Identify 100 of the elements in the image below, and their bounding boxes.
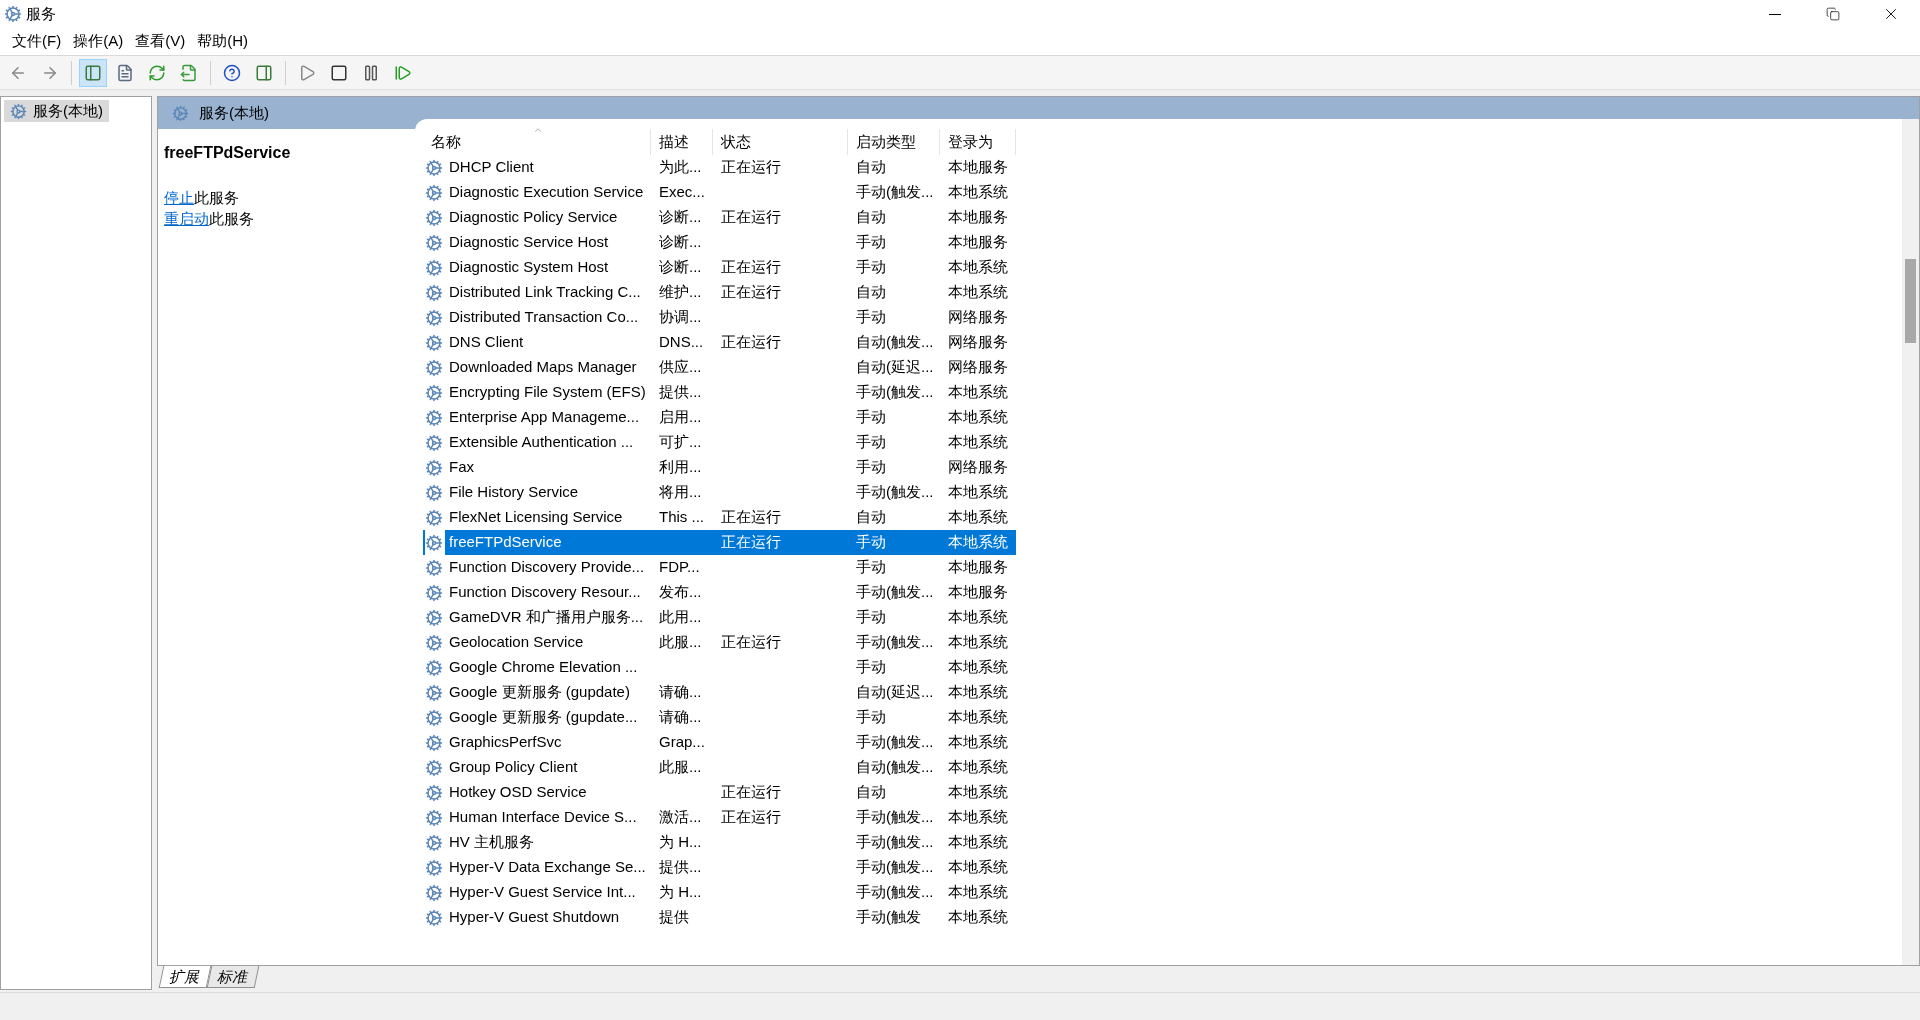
- service-name: Encrypting File System (EFS): [449, 382, 646, 403]
- panel-title: 服务(本地): [199, 102, 269, 123]
- logon-account: 本地系统: [948, 407, 1008, 428]
- service-title: freeFTPdService: [164, 143, 292, 163]
- startup-type: 自动: [856, 282, 886, 303]
- service-row[interactable]: File History Service 将用... 手动(触发... 本地系统: [423, 480, 1016, 505]
- service-name: HV 主机服务: [449, 832, 534, 853]
- resume-icon: [394, 63, 412, 82]
- service-row[interactable]: DHCP Client 为此... 正在运行 自动 本地服务: [423, 155, 1016, 180]
- logon-account: 本地系统: [948, 507, 1008, 528]
- logon-account: 本地系统: [948, 682, 1008, 703]
- startup-type: 手动(触发...: [856, 482, 934, 503]
- logon-account: 网络服务: [948, 332, 1008, 353]
- service-row[interactable]: Google 更新服务 (gupdate) 请确... 自动(延迟... 本地系统: [423, 680, 1016, 705]
- service-row[interactable]: Hyper-V Data Exchange Se... 提供... 手动(触发... 本地系统: [423, 855, 1016, 880]
- gear-icon: [425, 708, 443, 727]
- service-row[interactable]: Diagnostic Execution Service Exec... 手动(触发... 本地系统: [423, 180, 1016, 205]
- service-row[interactable]: Human Interface Device S... 激活... 正在运行 手动(触发... 本地系统: [423, 805, 1016, 830]
- service-description: 诊断...: [659, 232, 702, 253]
- startup-type: 自动(触发...: [856, 332, 934, 353]
- service-status: 正在运行: [721, 282, 781, 303]
- column-header[interactable]: 启动类型: [848, 129, 940, 155]
- service-row[interactable]: Google 更新服务 (gupdate... 请确... 手动 本地系统: [423, 705, 1016, 730]
- service-description: 提供...: [659, 857, 702, 878]
- logon-account: 网络服务: [948, 307, 1008, 328]
- startup-type: 手动(触发: [856, 907, 921, 928]
- service-row[interactable]: freeFTPdService 正在运行 手动 本地系统: [423, 530, 1016, 555]
- view-tab[interactable]: 扩展: [158, 966, 212, 988]
- logon-account: 本地系统: [948, 182, 1008, 203]
- service-row[interactable]: Fax 利用... 手动 网络服务: [423, 455, 1016, 480]
- service-row[interactable]: GraphicsPerfSvc Grap... 手动(触发... 本地系统: [423, 730, 1016, 755]
- service-row[interactable]: Google Chrome Elevation ... 手动 本地系统: [423, 655, 1016, 680]
- column-header[interactable]: 状态: [713, 129, 848, 155]
- service-row[interactable]: FlexNet Licensing Service This ... 正在运行 自动 本地系统: [423, 505, 1016, 530]
- logon-account: 本地系统: [948, 482, 1008, 503]
- service-status: 正在运行: [721, 532, 781, 553]
- action-pane-icon: [255, 63, 273, 82]
- view-tab[interactable]: 标准: [206, 966, 260, 988]
- service-row[interactable]: Diagnostic Service Host 诊断... 手动 本地服务: [423, 230, 1016, 255]
- service-name: Diagnostic Execution Service: [449, 182, 644, 203]
- service-row[interactable]: Group Policy Client 此服... 自动(触发... 本地系统: [423, 755, 1016, 780]
- menu-item[interactable]: 查看(V): [129, 29, 192, 54]
- service-row[interactable]: Hyper-V Guest Shutdown 提供 手动(触发 本地系统: [423, 905, 1016, 930]
- scrollbar[interactable]: [1902, 119, 1919, 965]
- startup-type: 手动: [856, 607, 886, 628]
- scrollbar-thumb[interactable]: [1905, 259, 1916, 343]
- service-name: freeFTPdService: [449, 532, 562, 553]
- service-row[interactable]: Diagnostic Policy Service 诊断... 正在运行 自动 本地服务: [423, 205, 1016, 230]
- logon-account: 网络服务: [948, 457, 1008, 478]
- service-row[interactable]: DNS Client DNS... 正在运行 自动(触发... 网络服务: [423, 330, 1016, 355]
- service-name: Google 更新服务 (gupdate): [449, 682, 630, 703]
- service-row[interactable]: Enterprise App Manageme... 启用... 手动 本地系统: [423, 405, 1016, 430]
- service-row[interactable]: Downloaded Maps Manager 供应... 自动(延迟... 网络服务: [423, 355, 1016, 380]
- gear-icon: [425, 383, 443, 402]
- service-description: 提供...: [659, 382, 702, 403]
- column-header[interactable]: 描述: [651, 129, 713, 155]
- service-status: 正在运行: [721, 507, 781, 528]
- column-header[interactable]: 名称: [423, 129, 651, 155]
- logon-account: 网络服务: [948, 357, 1008, 378]
- service-name: Function Discovery Provide...: [449, 557, 645, 578]
- startup-type: 手动(触发...: [856, 832, 934, 853]
- service-name: DHCP Client: [449, 157, 534, 178]
- service-row[interactable]: Geolocation Service 此服... 正在运行 手动(触发... 本地系统: [423, 630, 1016, 655]
- service-description: 此服...: [659, 632, 702, 653]
- action-link[interactable]: 停止: [164, 189, 194, 206]
- startup-type: 手动: [856, 407, 886, 428]
- service-row[interactable]: Extensible Authentication ... 可扩... 手动 本地系统: [423, 430, 1016, 455]
- service-name: Enterprise App Manageme...: [449, 407, 640, 428]
- logon-account: 本地系统: [948, 707, 1008, 728]
- menu-item[interactable]: 文件(F): [6, 29, 68, 54]
- service-row[interactable]: HV 主机服务 为 H... 手动(触发... 本地系统: [423, 830, 1016, 855]
- service-row[interactable]: Hyper-V Guest Service Int... 为 H... 手动(触发... 本地系统: [423, 880, 1016, 905]
- gear-icon: [425, 733, 443, 752]
- menu-item[interactable]: 帮助(H): [191, 29, 254, 54]
- service-row[interactable]: Function Discovery Provide... FDP... 手动 本地服务: [423, 555, 1016, 580]
- gear-icon: [425, 208, 443, 227]
- gear-icon: [425, 533, 443, 552]
- service-row[interactable]: Hotkey OSD Service 正在运行 自动 本地系统: [423, 780, 1016, 805]
- column-header[interactable]: 登录为: [940, 129, 1016, 155]
- startup-type: 手动(触发...: [856, 882, 934, 903]
- tree-item[interactable]: 服务(本地): [4, 100, 109, 122]
- startup-type: 手动(触发...: [856, 632, 934, 653]
- service-name: Human Interface Device S...: [449, 807, 637, 828]
- service-name: Hyper-V Data Exchange Se...: [449, 857, 646, 878]
- gear-icon: [425, 658, 443, 677]
- gear-icon: [425, 408, 443, 427]
- service-description: 为此...: [659, 157, 702, 178]
- logon-account: 本地服务: [948, 582, 1008, 603]
- window-title: 服务: [26, 3, 56, 24]
- service-row[interactable]: Distributed Link Tracking C... 维护... 正在运行 自动 本地系统: [423, 280, 1016, 305]
- startup-type: 自动(触发...: [856, 757, 934, 778]
- service-row[interactable]: Diagnostic System Host 诊断... 正在运行 手动 本地系统: [423, 255, 1016, 280]
- service-row[interactable]: Encrypting File System (EFS) 提供... 手动(触发... 本地系统: [423, 380, 1016, 405]
- pause-icon: [362, 63, 380, 82]
- service-row[interactable]: Function Discovery Resour... 发布... 手动(触发... 本地服务: [423, 580, 1016, 605]
- action-link[interactable]: 重启动: [164, 210, 209, 227]
- service-description: FDP...: [659, 557, 700, 578]
- menu-item[interactable]: 操作(A): [67, 29, 130, 54]
- service-row[interactable]: Distributed Transaction Co... 协调... 手动 网络服务: [423, 305, 1016, 330]
- service-row[interactable]: GameDVR 和广播用户服务... 此用... 手动 本地系统: [423, 605, 1016, 630]
